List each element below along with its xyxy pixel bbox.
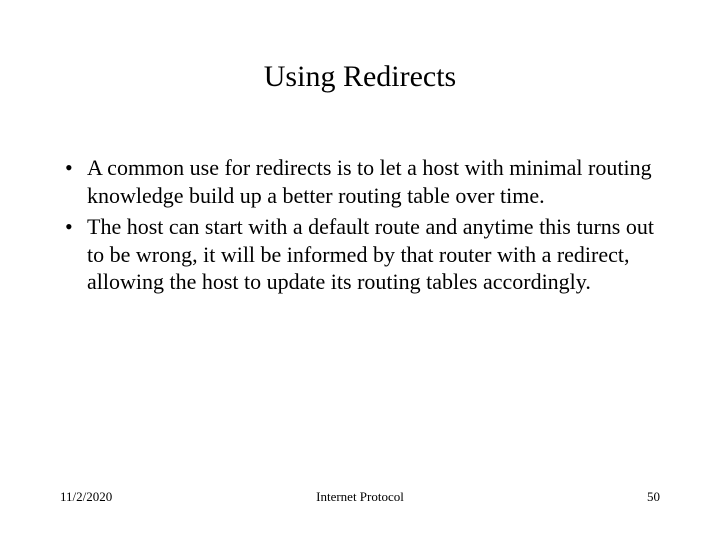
bullet-list: A common use for redirects is to let a h… [65, 154, 670, 296]
footer: 11/2/2020 Internet Protocol 50 [0, 489, 720, 505]
footer-date: 11/2/2020 [60, 489, 112, 505]
footer-subject: Internet Protocol [316, 489, 404, 505]
list-item: A common use for redirects is to let a h… [65, 154, 670, 209]
slide-content: A common use for redirects is to let a h… [50, 154, 670, 296]
slide: Using Redirects A common use for redirec… [0, 0, 720, 540]
slide-title: Using Redirects [50, 60, 670, 94]
list-item: The host can start with a default route … [65, 213, 670, 296]
footer-page-number: 50 [647, 489, 660, 505]
